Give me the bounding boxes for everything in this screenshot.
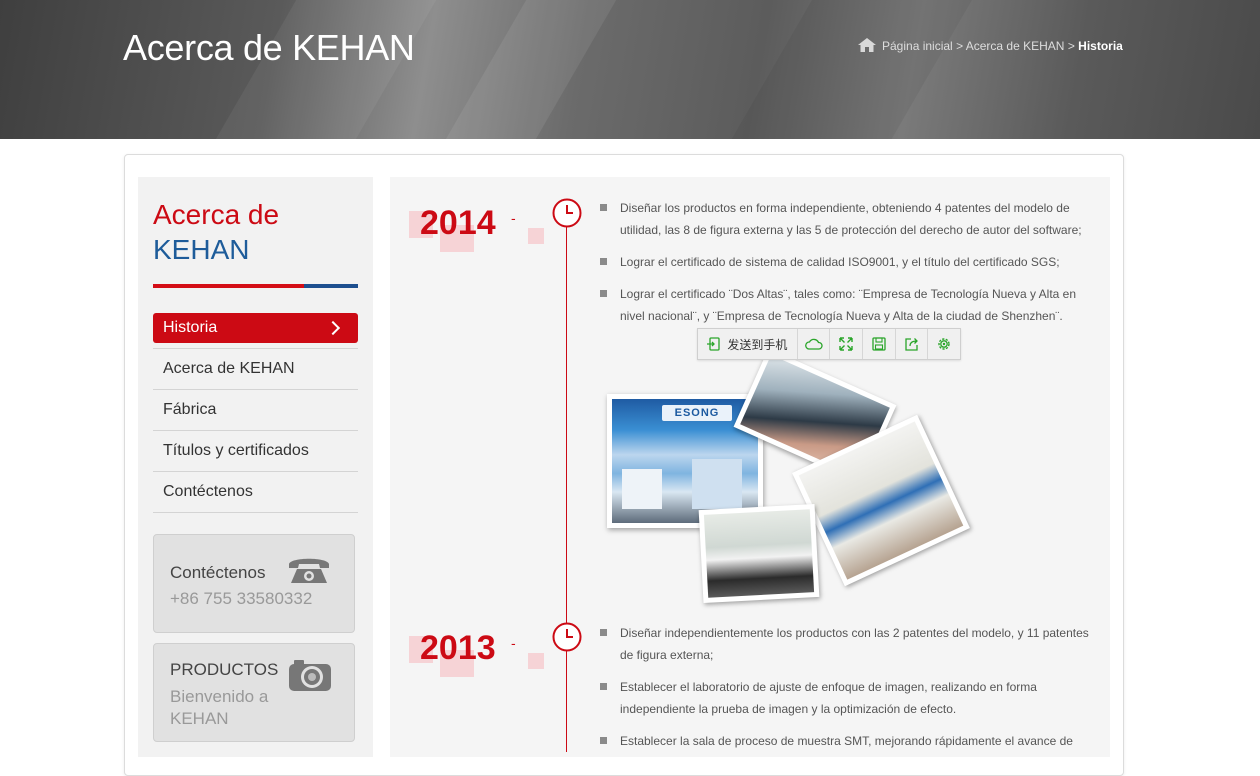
timeline-item: Diseñar independientemente los productos… [600,622,1090,666]
page-title: Acerca de KEHAN [123,27,415,68]
timeline-item: Lograr el certificado de sistema de cali… [600,251,1090,273]
year-decor [528,653,544,669]
sidebar-item-historia[interactable]: Historia [153,313,358,343]
page-banner: Acerca de KEHAN Página inicial > Acerca … [0,0,1260,139]
sidebar-item-fabrica[interactable]: Fábrica [153,390,358,431]
telephone-icon [289,558,329,583]
camera-icon [289,660,331,691]
booth-counter [622,469,662,509]
team-image [703,509,815,598]
clock-icon [552,198,582,228]
sidebar-item-titulos[interactable]: Títulos y certificados [153,431,358,472]
photo-team [698,504,820,603]
sidebar-title: Acerca de KEHAN [153,197,279,267]
contact-phone: +86 755 33580332 [170,589,313,608]
year-dash: - [511,210,516,226]
share-button[interactable] [896,329,929,359]
save-button[interactable] [863,329,896,359]
breadcrumb-separator: > [1067,39,1075,53]
timeline-item: Establecer la sala de proceso de muestra… [600,730,1090,752]
timeline-items-2013: Diseñar independientemente los productos… [600,622,1090,762]
floating-toolbar: 发送到手机 [697,328,961,360]
save-icon [872,337,886,351]
year-2014: 2014 [420,204,496,242]
products-line1: Bienvenido a [170,687,269,706]
share-icon [904,338,918,351]
cloud-icon [804,338,823,350]
year-decor [528,228,544,244]
send-to-phone-button[interactable]: 发送到手机 [698,329,798,359]
banner-decor [702,0,978,139]
send-to-phone-label: 发送到手机 [727,337,788,352]
home-icon[interactable] [858,38,876,52]
breadcrumb-section-link[interactable]: Acerca de KEHAN [966,39,1065,53]
fullscreen-icon [839,337,853,351]
timeline-item: Diseñar los productos en forma independi… [600,197,1090,241]
year-2013: 2013 [420,629,496,667]
breadcrumb: Página inicial > Acerca de KEHAN > Histo… [858,38,1123,53]
timeline-item: Lograr el certificado ¨Dos Altas¨, tales… [600,283,1090,327]
underline-red [153,284,304,288]
booth-counter [692,459,742,509]
products-box[interactable]: PRODUCTOS Bienvenido a KEHAN [153,643,355,742]
products-line2: KEHAN [170,709,229,728]
cloud-button[interactable] [798,329,831,359]
banner-decor [192,0,448,139]
sidebar-item-acerca[interactable]: Acerca de KEHAN [153,349,358,390]
contact-heading: Contéctenos [170,563,266,582]
settings-icon [938,338,950,350]
timeline-item: Establecer el laboratorio de ajuste de e… [600,676,1090,720]
year-dash: - [511,635,516,651]
exhibition-booth-image: ESONG [612,399,758,523]
clock-icon [552,622,582,652]
timeline-items-2014: Diseñar los productos en forma independi… [600,197,1090,337]
sidebar-menu: Historia Acerca de KEHAN Fábrica Títulos… [153,313,358,513]
contact-box[interactable]: Contéctenos +86 755 33580332 [153,534,355,633]
fullscreen-button[interactable] [830,329,864,359]
underline-blue [304,284,358,288]
breadcrumb-separator: > [956,39,964,53]
products-heading: PRODUCTOS [170,660,279,679]
breadcrumb-home-link[interactable]: Página inicial [882,39,953,53]
sidebar-title-line1: Acerca de [153,199,280,230]
banner-decor [416,0,634,139]
sidebar-title-line2: KEHAN [153,234,250,265]
sidebar-title-underline [153,284,358,288]
booth-sign: ESONG [662,405,732,421]
timeline-line [566,222,567,752]
breadcrumb-current: Historia [1078,39,1123,53]
settings-button[interactable] [928,329,960,359]
sidebar-item-contactenos[interactable]: Contéctenos [153,472,358,513]
send-to-phone-icon [707,337,721,351]
